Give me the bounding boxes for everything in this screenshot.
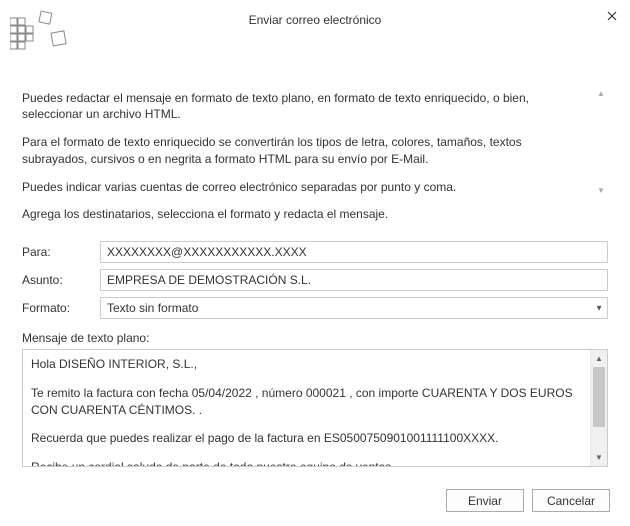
- form-area: Para: Asunto: Formato: Texto sin formato…: [22, 241, 608, 319]
- cancel-button[interactable]: Cancelar: [532, 489, 610, 512]
- message-scrollbar[interactable]: ▲ ▼: [590, 350, 607, 466]
- send-button[interactable]: Enviar: [446, 489, 524, 512]
- app-icon: [10, 10, 70, 60]
- to-label: Para:: [22, 245, 100, 259]
- scroll-up-icon[interactable]: ▲: [591, 350, 607, 367]
- subject-label: Asunto:: [22, 273, 100, 287]
- scroll-down-icon[interactable]: ▼: [597, 187, 605, 195]
- format-value: Texto sin formato: [107, 301, 198, 315]
- format-label: Formato:: [22, 301, 100, 315]
- intro-scrollbar[interactable]: ▲ ▼: [594, 90, 608, 195]
- chevron-down-icon: ▼: [595, 303, 603, 312]
- message-textarea[interactable]: Hola DISEÑO INTERIOR, S.L., Te remito la…: [23, 350, 590, 466]
- scroll-up-icon[interactable]: ▲: [597, 90, 605, 98]
- msg-line3: Recuerda que puedes realizar el pago de …: [31, 430, 582, 447]
- scroll-track[interactable]: [591, 367, 607, 449]
- close-icon[interactable]: [602, 6, 622, 26]
- titlebar: Enviar correo electrónico: [0, 0, 630, 40]
- intro-p1: Puedes redactar el mensaje en formato de…: [22, 90, 608, 122]
- to-input[interactable]: [100, 241, 608, 263]
- msg-line2: Te remito la factura con fecha 05/04/202…: [31, 385, 582, 419]
- intro-p3: Puedes indicar varias cuentas de correo …: [22, 179, 608, 195]
- to-row: Para:: [22, 241, 608, 263]
- message-label: Mensaje de texto plano:: [22, 331, 608, 345]
- subject-input[interactable]: [100, 269, 608, 291]
- format-row: Formato: Texto sin formato ▼: [22, 297, 608, 319]
- subject-row: Asunto:: [22, 269, 608, 291]
- instruction-text: Agrega los destinatarios, selecciona el …: [22, 207, 608, 221]
- window-title: Enviar correo electrónico: [249, 13, 382, 27]
- msg-line4: Recibe un cordial saludo de parte de tod…: [31, 459, 582, 466]
- button-bar: Enviar Cancelar: [446, 489, 610, 512]
- scroll-down-icon[interactable]: ▼: [591, 449, 607, 466]
- intro-p2: Para el formato de texto enriquecido se …: [22, 134, 608, 166]
- intro-panel: Puedes redactar el mensaje en formato de…: [22, 90, 608, 195]
- format-select[interactable]: Texto sin formato ▼: [100, 297, 608, 319]
- scroll-thumb[interactable]: [593, 367, 605, 427]
- message-container: Hola DISEÑO INTERIOR, S.L., Te remito la…: [22, 349, 608, 467]
- msg-line1: Hola DISEÑO INTERIOR, S.L.,: [31, 356, 582, 373]
